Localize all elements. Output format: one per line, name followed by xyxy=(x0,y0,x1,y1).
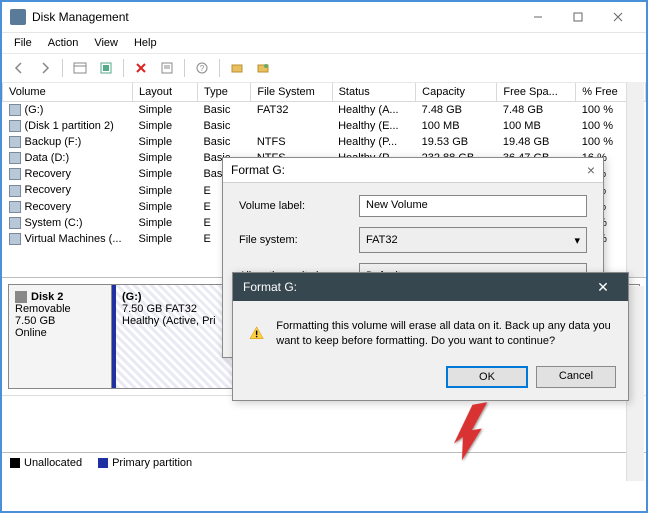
ok-button[interactable]: OK xyxy=(446,366,528,388)
col-capacity[interactable]: Capacity xyxy=(416,83,497,102)
confirm-message: Formatting this volume will erase all da… xyxy=(276,319,612,350)
properties-icon[interactable] xyxy=(156,57,178,79)
confirm-dialog: Format G: ✕ Formatting this volume will … xyxy=(232,272,629,401)
legend: Unallocated Primary partition xyxy=(2,452,646,473)
back-icon[interactable] xyxy=(8,57,30,79)
toolbar: ? xyxy=(2,53,646,83)
table-row[interactable]: (G:)SimpleBasicFAT32Healthy (A...7.48 GB… xyxy=(3,102,646,119)
window-title: Disk Management xyxy=(32,10,518,24)
col-fs[interactable]: File System xyxy=(251,83,332,102)
cancel-button[interactable]: Cancel xyxy=(536,366,616,388)
confirm-dialog-close-icon[interactable]: ✕ xyxy=(588,279,618,296)
forward-icon[interactable] xyxy=(34,57,56,79)
volume-label-label: Volume label: xyxy=(239,200,359,212)
format-dialog-close-icon[interactable]: × xyxy=(587,162,595,178)
titlebar: Disk Management xyxy=(2,2,646,33)
menu-file[interactable]: File xyxy=(6,35,40,51)
minimize-button[interactable] xyxy=(518,3,558,31)
view-icon[interactable] xyxy=(69,57,91,79)
menu-view[interactable]: View xyxy=(86,35,126,51)
menu-action[interactable]: Action xyxy=(40,35,87,51)
menu-help[interactable]: Help xyxy=(126,35,165,51)
delete-icon[interactable] xyxy=(130,57,152,79)
warning-icon xyxy=(249,319,264,347)
help-icon[interactable]: ? xyxy=(191,57,213,79)
disk-header[interactable]: Disk 2 Removable 7.50 GB Online xyxy=(8,284,112,389)
chevron-down-icon: ▾ xyxy=(574,234,580,247)
svg-text:?: ? xyxy=(200,64,205,73)
volume-label-input[interactable]: New Volume xyxy=(359,195,587,217)
action2-icon[interactable] xyxy=(252,57,274,79)
col-layout[interactable]: Layout xyxy=(132,83,197,102)
scrollbar-top[interactable] xyxy=(626,82,644,277)
app-icon xyxy=(10,9,26,25)
close-button[interactable] xyxy=(598,3,638,31)
menubar: File Action View Help xyxy=(2,33,646,53)
col-type[interactable]: Type xyxy=(197,83,250,102)
filesystem-label: File system: xyxy=(239,234,359,246)
col-volume[interactable]: Volume xyxy=(3,83,133,102)
table-row[interactable]: Backup (F:)SimpleBasicNTFSHealthy (P...1… xyxy=(3,134,646,150)
col-status[interactable]: Status xyxy=(332,83,416,102)
confirm-dialog-title: Format G: xyxy=(243,280,297,294)
col-free[interactable]: Free Spa... xyxy=(497,83,576,102)
format-dialog-title: Format G: xyxy=(231,163,285,177)
table-row[interactable]: (Disk 1 partition 2)SimpleBasicHealthy (… xyxy=(3,118,646,134)
action1-icon[interactable] xyxy=(226,57,248,79)
refresh-icon[interactable] xyxy=(95,57,117,79)
filesystem-select[interactable]: FAT32▾ xyxy=(359,227,587,253)
maximize-button[interactable] xyxy=(558,3,598,31)
